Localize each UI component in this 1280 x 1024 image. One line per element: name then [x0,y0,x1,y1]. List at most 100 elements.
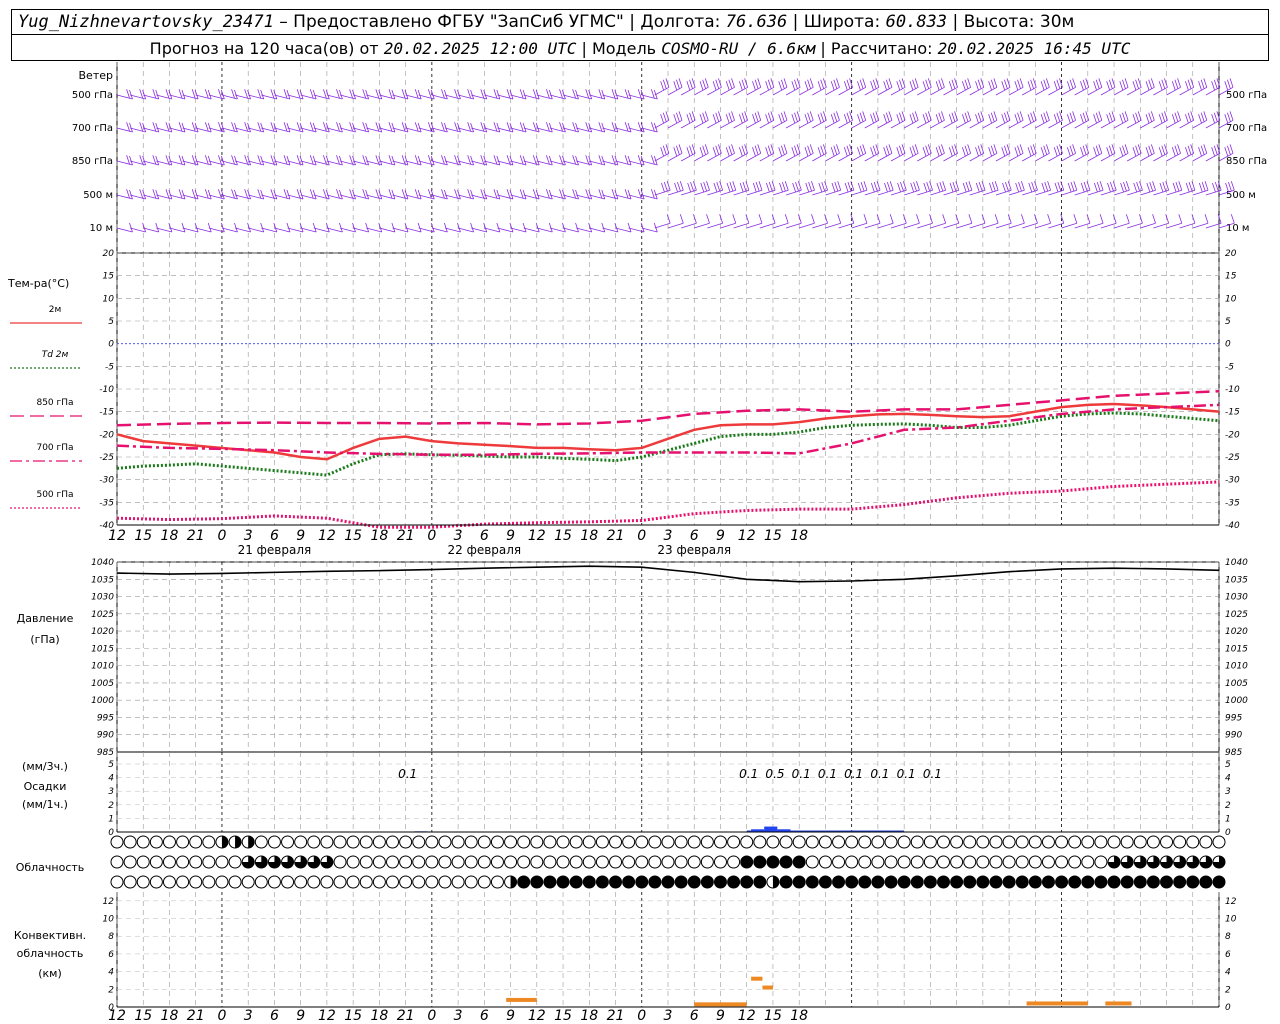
wind-barb-feather [780,145,785,155]
wind-barb [1166,152,1181,162]
cloud-cover-symbol [792,875,806,889]
wind-barb [930,222,946,229]
wind-barb [956,119,971,129]
wind-barb-feather [875,78,880,88]
precip-amount-label: 0.5 [765,767,784,781]
wind-barb-feather [480,155,485,165]
wind-barb-feather [1174,145,1179,155]
cloud-cover-symbol [1015,875,1029,889]
cloud-cover-symbol [477,875,491,889]
wind-barb-feather [896,81,901,91]
wind-barb-feather [1001,147,1006,157]
precip-y-tick-left: 5 [108,760,114,770]
wind-barb [903,86,919,96]
wind-barb-feather [778,114,783,124]
x-tick-label-bottom: 15 [554,1008,572,1024]
wind-barb-feather [822,144,827,154]
cloud-cover-symbol [215,875,229,889]
wind-barb-feather [699,114,704,124]
wind-barb [759,86,775,96]
wind-barb-feather [820,112,825,122]
wind-level-label-left: 500 м [83,190,113,201]
cloud-cover-symbol [897,835,911,849]
cloud-cover-symbol [1120,875,1134,889]
wind-barb-feather [875,144,880,154]
pres-y-tick-left: 1040 [91,558,114,568]
cloud-cover-symbol [923,875,937,889]
wind-barb-feather [181,89,186,100]
wind-barb-feather [585,189,590,199]
wind-barb-feather [1085,111,1090,121]
wind-barb-feather [765,147,769,157]
x-tick-label-middle: 9 [506,528,515,544]
wind-barb-feather [1191,214,1196,224]
wind-barb-feather [1040,114,1045,124]
cloud-cover-symbol [648,875,662,889]
wind-barb [694,119,709,129]
precip-unit-1h: (мм/1ч.) [22,798,68,811]
wind-barb-feather [967,111,972,121]
wind-barb [904,189,920,196]
wind-barb-feather [601,155,606,166]
wind-barb-feather [804,81,809,91]
wind-barb-feather [417,189,422,200]
wind-barb-feather [1198,114,1202,124]
wind-barb-feather [977,79,982,89]
wind-barb [1061,189,1077,196]
cloud-cover-symbol [845,875,859,889]
wind-barb [1113,189,1130,196]
cloud-cover-symbol [149,855,163,869]
wind-barb-feather [443,122,448,133]
wind-barb-feather [1200,145,1205,155]
wind-barb-feather [532,155,537,165]
x-tick-label-middle: 3 [454,528,463,544]
wind-barb-feather [715,145,720,155]
wind-barb-feather [807,79,811,89]
wind-barb-feather [768,182,773,192]
cloud-cover-symbol [700,835,714,849]
wind-barb [1192,222,1209,229]
wind-barb-feather [260,155,265,166]
cloud-cover-symbol [189,855,203,869]
wind-barb-feather [804,114,809,124]
wind-barb-feather [509,89,514,100]
temp-y-tick-left: -10 [99,385,114,395]
wind-barb-feather [725,147,730,157]
cloud-cover-symbol [517,875,531,889]
wind-barb-feather [846,145,851,155]
conv-y-tick-left: 6 [108,950,114,960]
temp-y-tick-right: 20 [1225,249,1237,259]
wind-barb-feather [1125,181,1130,191]
wind-barb-feather [467,122,472,132]
cloud-cover-symbol [425,855,439,869]
pres-y-tick-left: 1020 [91,627,114,637]
wind-barb-feather [889,181,894,191]
cloud-cover-symbol [477,835,491,849]
wind-barb-feather [611,155,616,165]
wind-barb-feather [548,122,553,133]
wind-barb-feather [1111,111,1116,121]
wind-barb-feather [325,89,330,100]
wind-barb [1061,222,1077,229]
wind-barb-feather [178,189,183,199]
conv-y-tick-left: 8 [108,932,114,942]
wind-barb-feather [454,122,458,132]
wind-barb-feather [312,155,317,166]
wind-barb-feather [665,111,670,121]
wind-barb-feather [1185,81,1189,91]
wind-barb-feather [739,182,744,193]
wind-barb-feather [781,182,786,192]
wind-barb-feather [699,81,704,91]
wind-barb-feather [417,155,422,166]
cloud-cover-symbol [346,875,360,889]
wind-barb-feather [830,81,835,91]
wind-barb-feather [1093,147,1097,157]
wind-barb-feather [1085,144,1090,154]
cloud-cover-symbol [937,855,950,869]
wind-barb [1061,119,1076,129]
wind-barb-feather [1098,144,1103,154]
wind-barb [838,86,853,96]
wind-barb-feather [886,182,891,192]
wind-barb-feather [1158,147,1163,157]
wind-barb-feather [391,222,396,233]
